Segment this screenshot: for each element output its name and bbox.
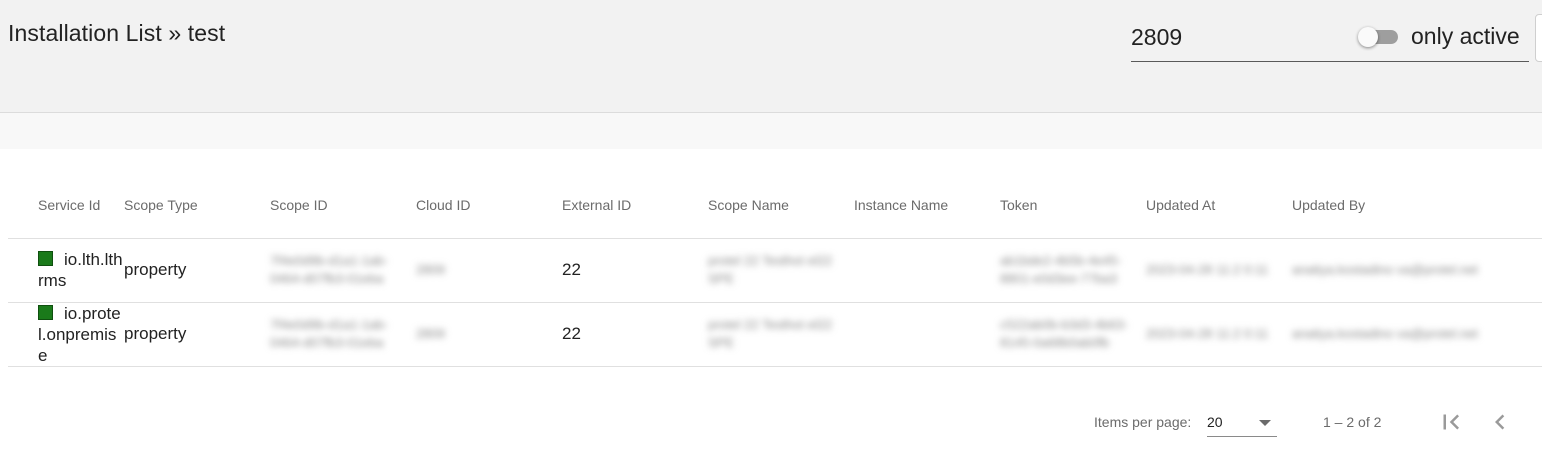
updated-at-redacted: 2023-04-28 11:2 0:11	[1146, 262, 1269, 277]
toolbar-band	[0, 113, 1542, 149]
only-active-toggle[interactable]	[1358, 27, 1402, 47]
scope-name-cell: protel 22 Testhot el22 SPE	[708, 238, 854, 303]
updated-by-cell: anatiya.kostadino va@protel.net	[1292, 238, 1542, 303]
status-indicator	[38, 251, 53, 266]
scope-name-redacted: protel 22 Testhot el22 SPE	[708, 317, 833, 350]
token-redacted: c522ab0b-b3d3-4b63-8145-0a68b0ab0fb	[1000, 317, 1128, 350]
table-row[interactable]: io.lth.lthrms property 7f4e0d9b-d1a1-1ab…	[8, 238, 1542, 303]
table-header-row: Service Id Scope Type Scope ID Cloud ID …	[8, 172, 1542, 239]
page-range-label: 1 – 2 of 2	[1323, 414, 1382, 430]
column-header-service-id[interactable]: Service Id	[8, 172, 124, 239]
service-id-cell: io.lth.lthrms	[8, 238, 124, 303]
page-title: Installation List » test	[8, 20, 226, 46]
external-id-cell: 22	[562, 238, 708, 303]
column-header-scope-name[interactable]: Scope Name	[708, 172, 854, 239]
items-per-page-select[interactable]: 20	[1207, 409, 1277, 437]
header-edge-button[interactable]	[1535, 14, 1542, 62]
service-id-cell: io.protel.onpremise	[8, 302, 124, 367]
scope-name-redacted: protel 22 Testhot el22 SPE	[708, 253, 833, 286]
column-header-updated-at[interactable]: Updated At	[1146, 172, 1292, 239]
page-header: Installation List » test only active	[0, 0, 1542, 113]
instance-name-cell	[854, 238, 1000, 303]
cloud-id-redacted: 2809	[416, 326, 445, 341]
items-per-page-label: Items per page:	[1094, 414, 1192, 430]
table-row[interactable]: io.protel.onpremise property 7f4e0d9b-d1…	[8, 302, 1542, 367]
column-header-cloud-id[interactable]: Cloud ID	[416, 172, 562, 239]
column-header-instance-name[interactable]: Instance Name	[854, 172, 1000, 239]
only-active-label: only active	[1411, 23, 1520, 49]
column-header-updated-by[interactable]: Updated By	[1292, 172, 1542, 239]
updated-at-cell: 2023-04-28 11:2 0:11	[1146, 302, 1292, 367]
token-cell: c522ab0b-b3d3-4b63-8145-0a68b0ab0fb	[1000, 302, 1146, 367]
scope-id-cell: 7f4e0d9b-d1a1-1ab-0464-d07fb3-01eba	[270, 238, 416, 303]
updated-by-cell: anatiya.kostadino va@protel.net	[1292, 302, 1542, 367]
updated-by-redacted: anatiya.kostadino va@protel.net	[1292, 262, 1478, 277]
token-cell: ab1bde2-4b5b-4e45-8801-e0d3ee-77ba3	[1000, 238, 1146, 303]
column-header-scope-id[interactable]: Scope ID	[270, 172, 416, 239]
column-header-external-id[interactable]: External ID	[562, 172, 708, 239]
column-header-scope-type[interactable]: Scope Type	[124, 172, 270, 239]
search-input[interactable]	[1131, 20, 1341, 54]
first-page-icon	[1443, 414, 1459, 430]
updated-at-cell: 2023-04-28 11:2 0:11	[1146, 238, 1292, 303]
status-indicator	[38, 304, 53, 320]
chevron-left-icon	[1495, 414, 1505, 430]
token-redacted: ab1bde2-4b5b-4e45-8801-e0d3ee-77ba3	[1000, 253, 1122, 286]
previous-page-button[interactable]	[1485, 407, 1515, 437]
external-id-cell: 22	[562, 302, 708, 367]
cloud-id-cell: 2809	[416, 302, 562, 367]
paginator: Items per page: 20 1 – 2 of 2	[0, 395, 1542, 451]
cloud-id-redacted: 2809	[416, 262, 445, 277]
items-per-page-value: 20	[1207, 414, 1223, 430]
toggle-thumb	[1358, 27, 1378, 47]
updated-at-redacted: 2023-04-28 11:2 0:11	[1146, 326, 1269, 341]
scope-type-cell: property	[124, 238, 270, 303]
cloud-id-cell: 2809	[416, 238, 562, 303]
column-header-token[interactable]: Token	[1000, 172, 1146, 239]
scope-type-cell: property	[124, 302, 270, 367]
search-field: only active	[1131, 20, 1529, 62]
scope-id-redacted: 7f4e0d9b-d1a1-1ab-0464-d07fb3-01eba	[270, 253, 388, 286]
scope-id-redacted: 7f4e0d9b-d1a1-1ab-0464-d07fb3-01eba	[270, 317, 388, 350]
instance-name-cell	[854, 302, 1000, 367]
installation-table: Service Id Scope Type Scope ID Cloud ID …	[8, 172, 1542, 367]
caret-down-icon	[1259, 420, 1271, 426]
scope-name-cell: protel 22 Testhot el22 SPE	[708, 302, 854, 367]
updated-by-redacted: anatiya.kostadino va@protel.net	[1292, 326, 1478, 341]
first-page-button[interactable]	[1436, 407, 1466, 437]
scope-id-cell: 7f4e0d9b-d1a1-1ab-0464-d07fb3-01eba	[270, 302, 416, 367]
